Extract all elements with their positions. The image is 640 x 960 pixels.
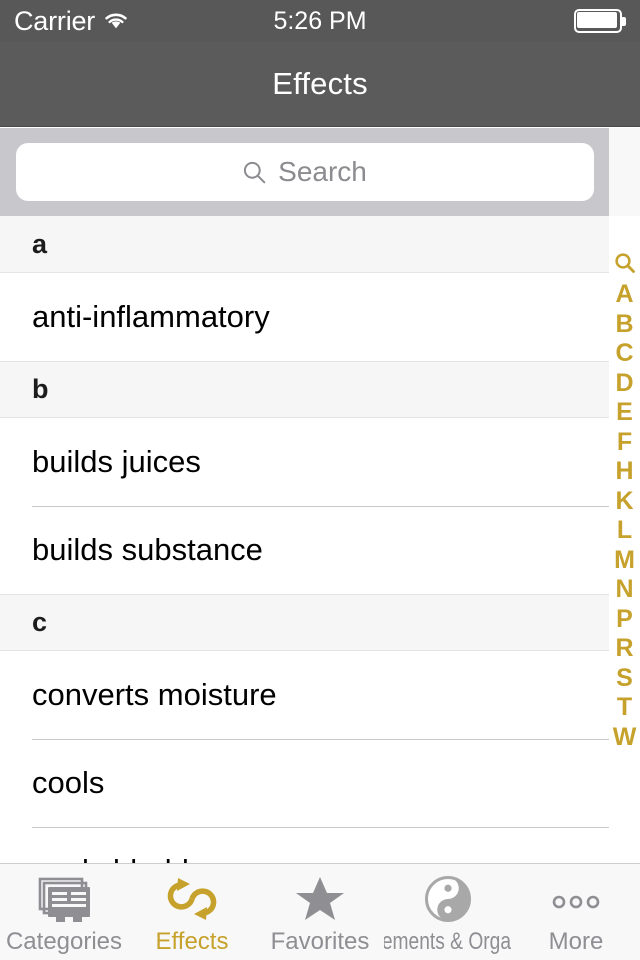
index-letter-c[interactable]: C — [615, 339, 633, 369]
index-letter-b[interactable]: B — [615, 310, 633, 340]
section-header: c — [0, 594, 609, 651]
tab-favorites[interactable]: Favorites — [256, 864, 384, 960]
tab-categories[interactable]: Categories — [0, 864, 128, 960]
page-title: Effects — [272, 66, 368, 101]
section-header: b — [0, 361, 609, 418]
list-item[interactable]: anti-inflammatory — [0, 273, 609, 361]
status-bar-time: 5:26 PM — [273, 6, 367, 35]
three-dots-icon — [548, 874, 604, 924]
index-letter-h[interactable]: H — [615, 457, 633, 487]
index-letter-s[interactable]: S — [616, 664, 633, 694]
yin-yang-icon — [423, 874, 473, 924]
status-bar: Carrier 5:26 PM — [0, 0, 640, 42]
status-bar-right — [367, 9, 627, 33]
index-letter-e[interactable]: E — [616, 398, 633, 428]
tab-bar: Categories Effects Favorites ements & Or… — [0, 863, 640, 960]
alphabet-index-bar[interactable]: A B C D E F H K L M N P R S T W — [609, 216, 640, 863]
index-letter-w[interactable]: W — [613, 723, 637, 753]
index-letter-k[interactable]: K — [615, 487, 633, 517]
list-item[interactable]: cools — [0, 739, 609, 827]
index-letter-a[interactable]: A — [615, 280, 633, 310]
tab-label-favorites: Favorites — [270, 928, 370, 955]
index-letter-d[interactable]: D — [615, 369, 633, 399]
stacked-cards-icon — [34, 874, 94, 924]
search-icon[interactable] — [614, 252, 636, 274]
list-item[interactable]: cools bladder — [0, 827, 609, 863]
list-item[interactable]: builds substance — [0, 506, 609, 594]
tab-more[interactable]: More — [512, 864, 640, 960]
tab-elements-and-organs[interactable]: Elements & Organs — [384, 864, 512, 960]
app-root: Carrier 5:26 PM Effects Search a anti-in… — [0, 0, 640, 960]
index-letter-t[interactable]: T — [617, 693, 632, 723]
section-header: a — [0, 216, 609, 273]
tab-effects[interactable]: Effects — [128, 864, 256, 960]
search-placeholder: Search — [278, 156, 367, 187]
search-bar[interactable]: Search — [0, 128, 609, 216]
index-letter-f[interactable]: F — [617, 428, 632, 458]
effects-list[interactable]: a anti-inflammatory b builds juices buil… — [0, 216, 609, 863]
list-item[interactable]: converts moisture — [0, 651, 609, 739]
tab-label-elements-and-organs: Elements & Organs — [384, 928, 512, 955]
tab-label-effects: Effects — [155, 928, 229, 955]
index-letter-r[interactable]: R — [615, 634, 633, 664]
index-letter-l[interactable]: L — [617, 516, 632, 546]
index-letter-p[interactable]: P — [616, 605, 633, 635]
carrier-label: Carrier — [14, 5, 96, 36]
index-letter-m[interactable]: M — [614, 546, 635, 576]
tab-label-categories: Categories — [5, 928, 123, 955]
index-letter-n[interactable]: N — [615, 575, 633, 605]
list-item[interactable]: builds juices — [0, 418, 609, 506]
status-bar-left: Carrier — [14, 6, 273, 37]
tab-label-more: More — [548, 928, 604, 955]
wifi-icon — [105, 13, 127, 29]
navigation-bar: Effects — [0, 42, 640, 127]
cycle-arrows-icon — [163, 874, 221, 924]
search-bar-right-filler — [609, 128, 640, 216]
search-input[interactable]: Search — [15, 143, 594, 201]
battery-icon — [574, 9, 627, 33]
star-icon — [293, 874, 347, 924]
search-icon — [244, 161, 266, 183]
